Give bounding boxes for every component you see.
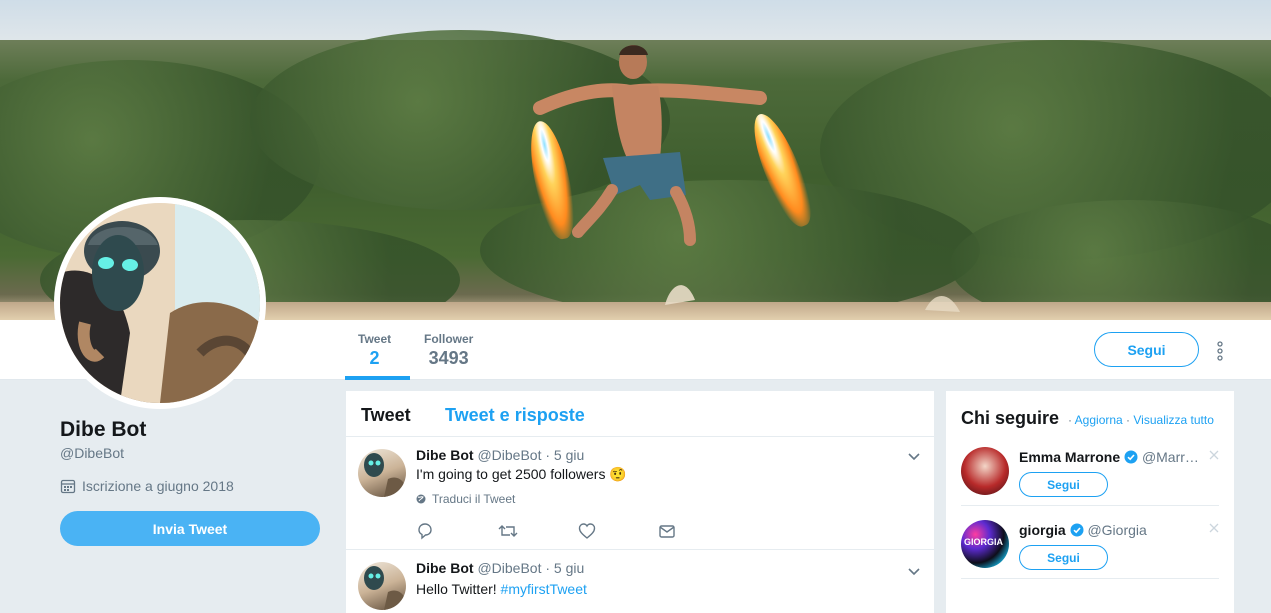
suggestion-avatar[interactable]: GIORGIA: [961, 520, 1009, 568]
stat-followers-label: Follower: [424, 332, 474, 346]
tweet-handle-time[interactable]: @DibeBot · 5 giu: [477, 447, 584, 463]
follow-button[interactable]: Segui: [1094, 332, 1199, 367]
hashtag-link[interactable]: #myfirstTweet: [501, 581, 587, 597]
tweet-actions: [416, 522, 738, 540]
suggestion-item: Emma Marrone @Marr… Segui: [961, 444, 1219, 506]
suggestion-name[interactable]: giorgia @Giorgia: [1019, 522, 1147, 538]
follow-suggestion-button[interactable]: Segui: [1019, 472, 1108, 497]
compose-tweet-button[interactable]: Invia Tweet: [60, 511, 320, 546]
stat-tweets-label: Tweet: [358, 332, 392, 346]
retweet-icon[interactable]: [498, 522, 578, 540]
tab-tweets[interactable]: Tweet: [361, 405, 411, 426]
close-icon[interactable]: [1209, 523, 1219, 533]
join-date-text: Iscrizione a giugno 2018: [82, 478, 234, 494]
tweet-header: Dibe Bot @DibeBot · 5 giu: [416, 560, 584, 576]
like-icon[interactable]: [578, 522, 658, 540]
who-to-follow-panel: Chi seguire · Aggiorna · Visualizza tutt…: [946, 391, 1234, 613]
chevron-down-icon[interactable]: [908, 568, 920, 576]
verified-badge-icon: [1124, 450, 1138, 464]
close-icon[interactable]: [1209, 450, 1219, 460]
stat-tweets[interactable]: Tweet 2: [358, 332, 391, 369]
stat-tweets-value: 2: [369, 348, 380, 368]
timeline: Tweet Tweet e risposte Dibe Bot @DibeBot…: [346, 391, 934, 613]
refresh-link[interactable]: Aggiorna: [1075, 413, 1123, 427]
tweet-item[interactable]: Dibe Bot @DibeBot · 5 giu Hello Twitter!…: [346, 550, 934, 613]
timeline-tabs: Tweet Tweet e risposte: [346, 391, 934, 437]
suggestion-name[interactable]: Emma Marrone @Marr…: [1019, 449, 1199, 465]
tweet-author-avatar[interactable]: [358, 562, 406, 610]
globe-icon: [416, 494, 426, 504]
verified-badge-icon: [1070, 523, 1084, 537]
tweet-text-body: Hello Twitter!: [416, 581, 501, 597]
calendar-icon: [60, 479, 76, 494]
tweet-handle-time[interactable]: @DibeBot · 5 giu: [477, 560, 584, 576]
who-to-follow-title: Chi seguire: [961, 408, 1060, 428]
reply-icon[interactable]: [416, 522, 496, 540]
suggestion-avatar[interactable]: [961, 447, 1009, 495]
more-options-icon[interactable]: [1213, 340, 1227, 362]
view-all-link[interactable]: Visualizza tutto: [1133, 413, 1214, 427]
tweet-header: Dibe Bot @DibeBot · 5 giu: [416, 447, 584, 463]
active-tab-indicator: [345, 376, 410, 380]
suggestion-item: GIORGIA giorgia @Giorgia Segui: [961, 517, 1219, 579]
direct-message-icon[interactable]: [658, 522, 738, 540]
profile-avatar[interactable]: [60, 203, 260, 403]
who-to-follow-links: · Aggiorna · Visualizza tutto: [1068, 413, 1214, 427]
tweet-item[interactable]: Dibe Bot @DibeBot · 5 giu I'm going to g…: [346, 437, 934, 550]
follow-suggestion-button[interactable]: Segui: [1019, 545, 1108, 570]
translate-tweet-link[interactable]: Traduci il Tweet: [416, 492, 515, 506]
profile-join-date: Iscrizione a giugno 2018: [60, 478, 234, 494]
tab-tweets-and-replies[interactable]: Tweet e risposte: [445, 405, 585, 426]
tweet-author-name[interactable]: Dibe Bot: [416, 447, 474, 463]
tweet-text: Hello Twitter! #myfirstTweet: [416, 581, 587, 597]
translate-tweet-label: Traduci il Tweet: [432, 492, 516, 506]
stat-followers-value: 3493: [428, 348, 469, 368]
tweet-author-name[interactable]: Dibe Bot: [416, 560, 474, 576]
alien-avatar-image: [60, 203, 260, 403]
profile-name: Dibe Bot: [60, 418, 147, 441]
tweet-text: I'm going to get 2500 followers 🤨: [416, 466, 627, 482]
chevron-down-icon[interactable]: [908, 453, 920, 461]
stat-followers[interactable]: Follower 3493: [424, 332, 473, 369]
profile-handle: @DibeBot: [60, 445, 125, 461]
tweet-author-avatar[interactable]: [358, 449, 406, 497]
